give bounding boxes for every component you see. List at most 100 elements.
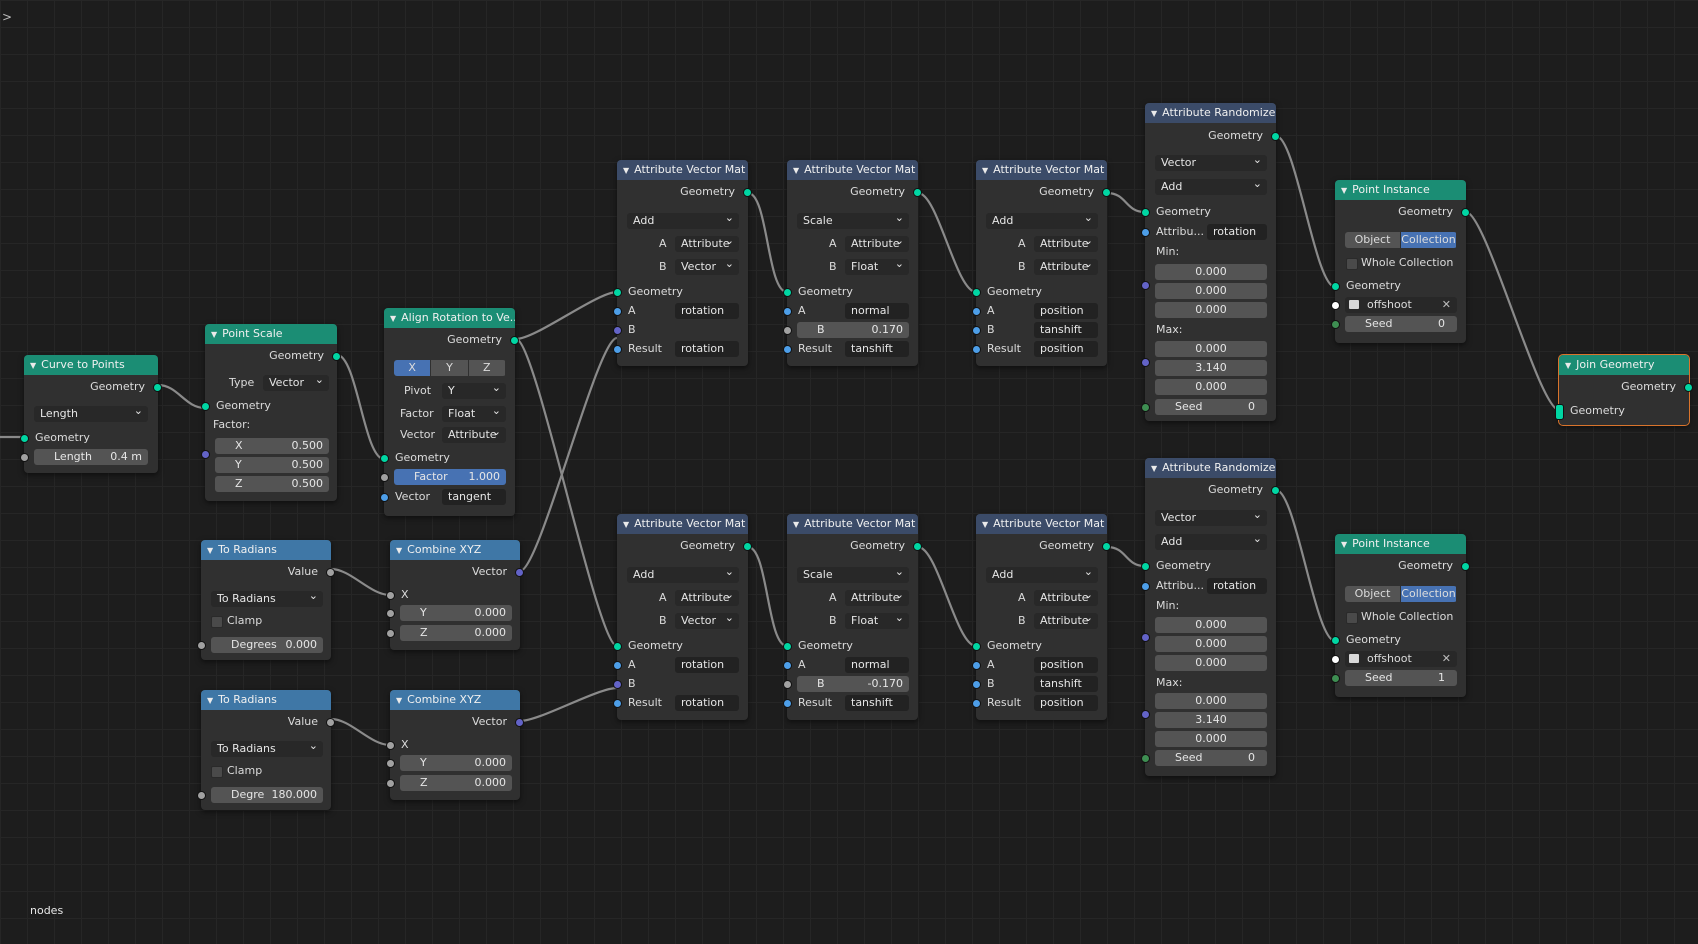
data-type-dropdown[interactable]: Vector [1155,155,1267,171]
vector-type-dropdown[interactable]: Attribute [442,427,506,443]
max-x-field[interactable]: 0.000 [1155,341,1267,357]
collapse-triangle-icon[interactable]: ▼ [1341,540,1347,549]
result-attribute-field[interactable]: rotation [675,341,739,357]
vector-socket-icon[interactable] [201,450,210,459]
b-type-dropdown[interactable]: Vector [675,259,739,275]
collection-socket-icon[interactable] [1331,301,1340,310]
z-socket-icon[interactable] [386,779,395,788]
node-header[interactable]: ▼ Curve to Points [24,355,158,375]
geometry-socket-icon[interactable] [1684,383,1693,392]
length-socket-icon[interactable] [20,453,29,462]
node-header[interactable]: ▼ Join Geometry [1559,355,1689,375]
geometry-socket-icon[interactable] [913,542,922,551]
vector-socket-icon[interactable] [1141,358,1150,367]
node-attribute-vector-math-bottom-2[interactable]: ▼ Attribute Vector Mat Geometry Scale A A… [783,514,922,720]
geometry-socket-icon[interactable] [510,336,519,345]
b-type-dropdown[interactable]: Vector [675,613,739,629]
pivot-dropdown[interactable]: Y [442,383,506,399]
max-z-field[interactable]: 0.000 [1155,731,1267,747]
a-type-dropdown[interactable]: Attribute [1034,236,1098,252]
seed-socket-icon[interactable] [1141,403,1150,412]
instance-type-selector[interactable]: Object Collection [1345,232,1457,248]
seed-socket-icon[interactable] [1141,754,1150,763]
collapse-triangle-icon[interactable]: ▼ [982,166,988,175]
operation-dropdown[interactable]: Add [1155,179,1267,195]
attribute-socket-icon[interactable] [783,661,792,670]
a-attribute-field[interactable]: position [1034,303,1098,319]
collapse-triangle-icon[interactable]: ▼ [396,696,402,705]
seed-field[interactable]: Seed 0 [1155,399,1267,415]
attribute-socket-icon[interactable] [1141,228,1150,237]
multi-input-socket-icon[interactable] [1555,404,1564,420]
b-type-dropdown[interactable]: Float [845,259,909,275]
node-curve-to-points[interactable]: ▼ Curve to Points Geometry Length Geometr… [20,355,162,473]
attribute-socket-icon[interactable] [972,307,981,316]
vector-socket-icon[interactable] [515,568,524,577]
node-header[interactable]: ▼ Combine XYZ [390,690,520,710]
a-attribute-field[interactable]: normal [845,303,909,319]
attribute-socket-icon[interactable] [972,699,981,708]
geometry-socket-icon[interactable] [743,542,752,551]
operation-dropdown[interactable]: Scale [797,213,909,229]
vector-attribute-field[interactable]: tangent [442,489,506,505]
axis-x-toggle[interactable]: X [394,360,431,376]
geometry-socket-icon[interactable] [783,642,792,651]
clamp-checkbox[interactable] [211,766,223,778]
whole-collection-checkbox[interactable] [1346,258,1358,270]
node-to-radians-1[interactable]: ▼ To Radians Value To Radians Clamp Degre… [197,540,335,660]
sidebar-toggle-icon[interactable]: > [2,10,12,24]
data-type-dropdown[interactable]: Vector [1155,510,1267,526]
operation-dropdown[interactable]: To Radians [211,741,323,757]
degrees-field[interactable]: Degrees 0.000 [211,637,323,653]
node-attribute-vector-math-bottom-1[interactable]: ▼ Attribute Vector Mat Geometry Add A Att… [613,514,752,720]
geometry-socket-icon[interactable] [972,642,981,651]
min-y-field[interactable]: 0.000 [1155,636,1267,652]
node-header[interactable]: ▼ Align Rotation to Ve... [384,308,515,328]
seed-field[interactable]: Seed 0 [1155,750,1267,766]
node-header[interactable]: ▼ Point Scale [205,324,337,344]
b-attribute-field[interactable]: tanshift [1034,322,1098,338]
collection-toggle[interactable]: Collection [1401,232,1456,248]
operation-dropdown[interactable]: Add [627,567,739,583]
geometry-socket-icon[interactable] [1331,282,1340,291]
a-type-dropdown[interactable]: Attribute [675,236,739,252]
collapse-triangle-icon[interactable]: ▼ [623,520,629,529]
collection-field[interactable]: offshoot ✕ [1345,297,1457,313]
geometry-socket-icon[interactable] [380,454,389,463]
a-attribute-field[interactable]: rotation [675,657,739,673]
geometry-socket-icon[interactable] [201,402,210,411]
collapse-triangle-icon[interactable]: ▼ [207,696,213,705]
geometry-socket-icon[interactable] [613,288,622,297]
whole-collection-checkbox[interactable] [1346,612,1358,624]
node-header[interactable]: ▼ Attribute Vector Mat [787,160,918,180]
degrees-field[interactable]: Degre 180.000 [211,787,323,803]
geometry-socket-icon[interactable] [1271,486,1280,495]
z-field[interactable]: Z 0.000 [400,775,512,791]
geometry-socket-icon[interactable] [783,288,792,297]
value-socket-icon[interactable] [197,641,206,650]
attribute-socket-icon[interactable] [972,661,981,670]
axis-selector[interactable]: X Y Z [394,360,506,376]
axis-y-toggle[interactable]: Y [431,360,468,376]
factor-y-field[interactable]: Y 0.500 [215,457,329,473]
collapse-triangle-icon[interactable]: ▼ [396,546,402,555]
node-header[interactable]: ▼ Attribute Vector Mat [976,160,1107,180]
max-x-field[interactable]: 0.000 [1155,693,1267,709]
node-header[interactable]: ▼ Attribute Randomize [1145,458,1276,478]
collapse-triangle-icon[interactable]: ▼ [390,314,396,323]
attribute-socket-icon[interactable] [1141,582,1150,591]
collapse-triangle-icon[interactable]: ▼ [1151,464,1157,473]
attribute-socket-icon[interactable] [972,345,981,354]
min-z-field[interactable]: 0.000 [1155,655,1267,671]
attribute-socket-icon[interactable] [613,307,622,316]
node-header[interactable]: ▼ Combine XYZ [390,540,520,560]
vector-socket-icon[interactable] [613,326,622,335]
min-y-field[interactable]: 0.000 [1155,283,1267,299]
node-header[interactable]: ▼ Attribute Randomize [1145,103,1276,123]
attribute-socket-icon[interactable] [972,680,981,689]
factor-type-dropdown[interactable]: Float [442,406,506,422]
clamp-checkbox[interactable] [211,616,223,628]
result-attribute-field[interactable]: tanshift [845,341,909,357]
seed-socket-icon[interactable] [1331,320,1340,329]
result-attribute-field[interactable]: position [1034,341,1098,357]
